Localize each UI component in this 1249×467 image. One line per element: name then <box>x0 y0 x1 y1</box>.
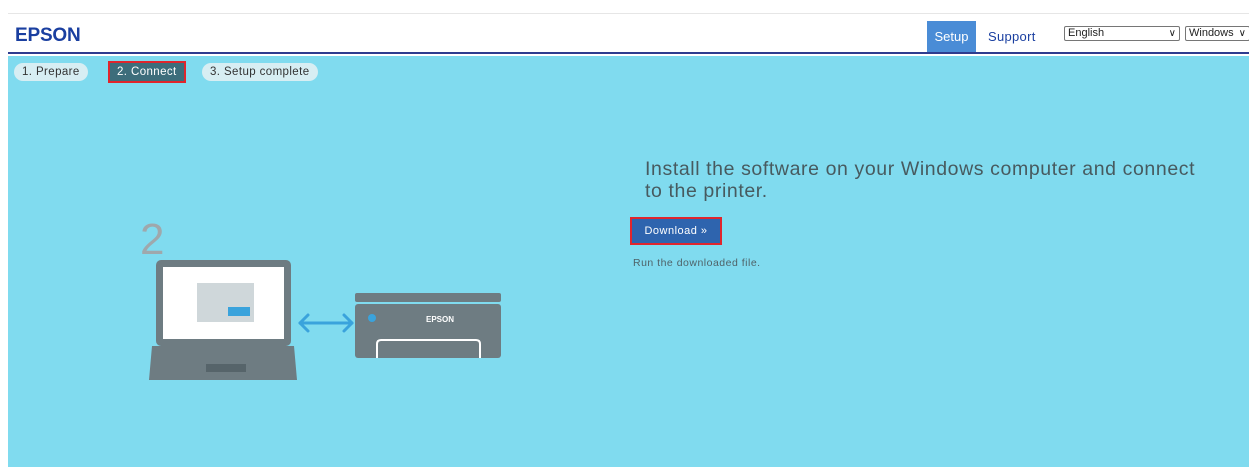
header: EPSON Setup Support English ∨ Windows ∨ <box>8 14 1249 54</box>
download-button[interactable]: Download » <box>630 217 722 245</box>
os-select-value: Windows <box>1189 27 1234 39</box>
connection-arrow-icon <box>298 313 354 333</box>
os-select[interactable]: Windows ∨ <box>1185 26 1249 41</box>
language-select[interactable]: English ∨ <box>1064 26 1180 41</box>
printer-brand-label: EPSON <box>426 315 454 324</box>
language-select-value: English <box>1068 27 1105 39</box>
epson-logo[interactable]: EPSON <box>15 25 81 47</box>
printer-icon: EPSON <box>355 293 501 358</box>
step-connect[interactable]: 2. Connect <box>108 61 186 83</box>
step-setup-complete[interactable]: 3. Setup complete <box>202 63 318 81</box>
computer-printer-illustration: EPSON <box>149 260 501 380</box>
step-prepare[interactable]: 1. Prepare <box>14 63 88 81</box>
nav-setup-tab[interactable]: Setup <box>927 21 976 52</box>
nav-support-link[interactable]: Support <box>988 21 1036 52</box>
chevron-down-icon: ∨ <box>1238 28 1246 39</box>
chevron-down-icon: ∨ <box>1168 28 1176 39</box>
run-instruction: Run the downloaded file. <box>633 257 761 269</box>
install-headline: Install the software on your Windows com… <box>645 158 1196 202</box>
main-content: 1. Prepare 2. Connect 3. Setup complete … <box>8 56 1249 467</box>
laptop-icon <box>149 260 297 380</box>
